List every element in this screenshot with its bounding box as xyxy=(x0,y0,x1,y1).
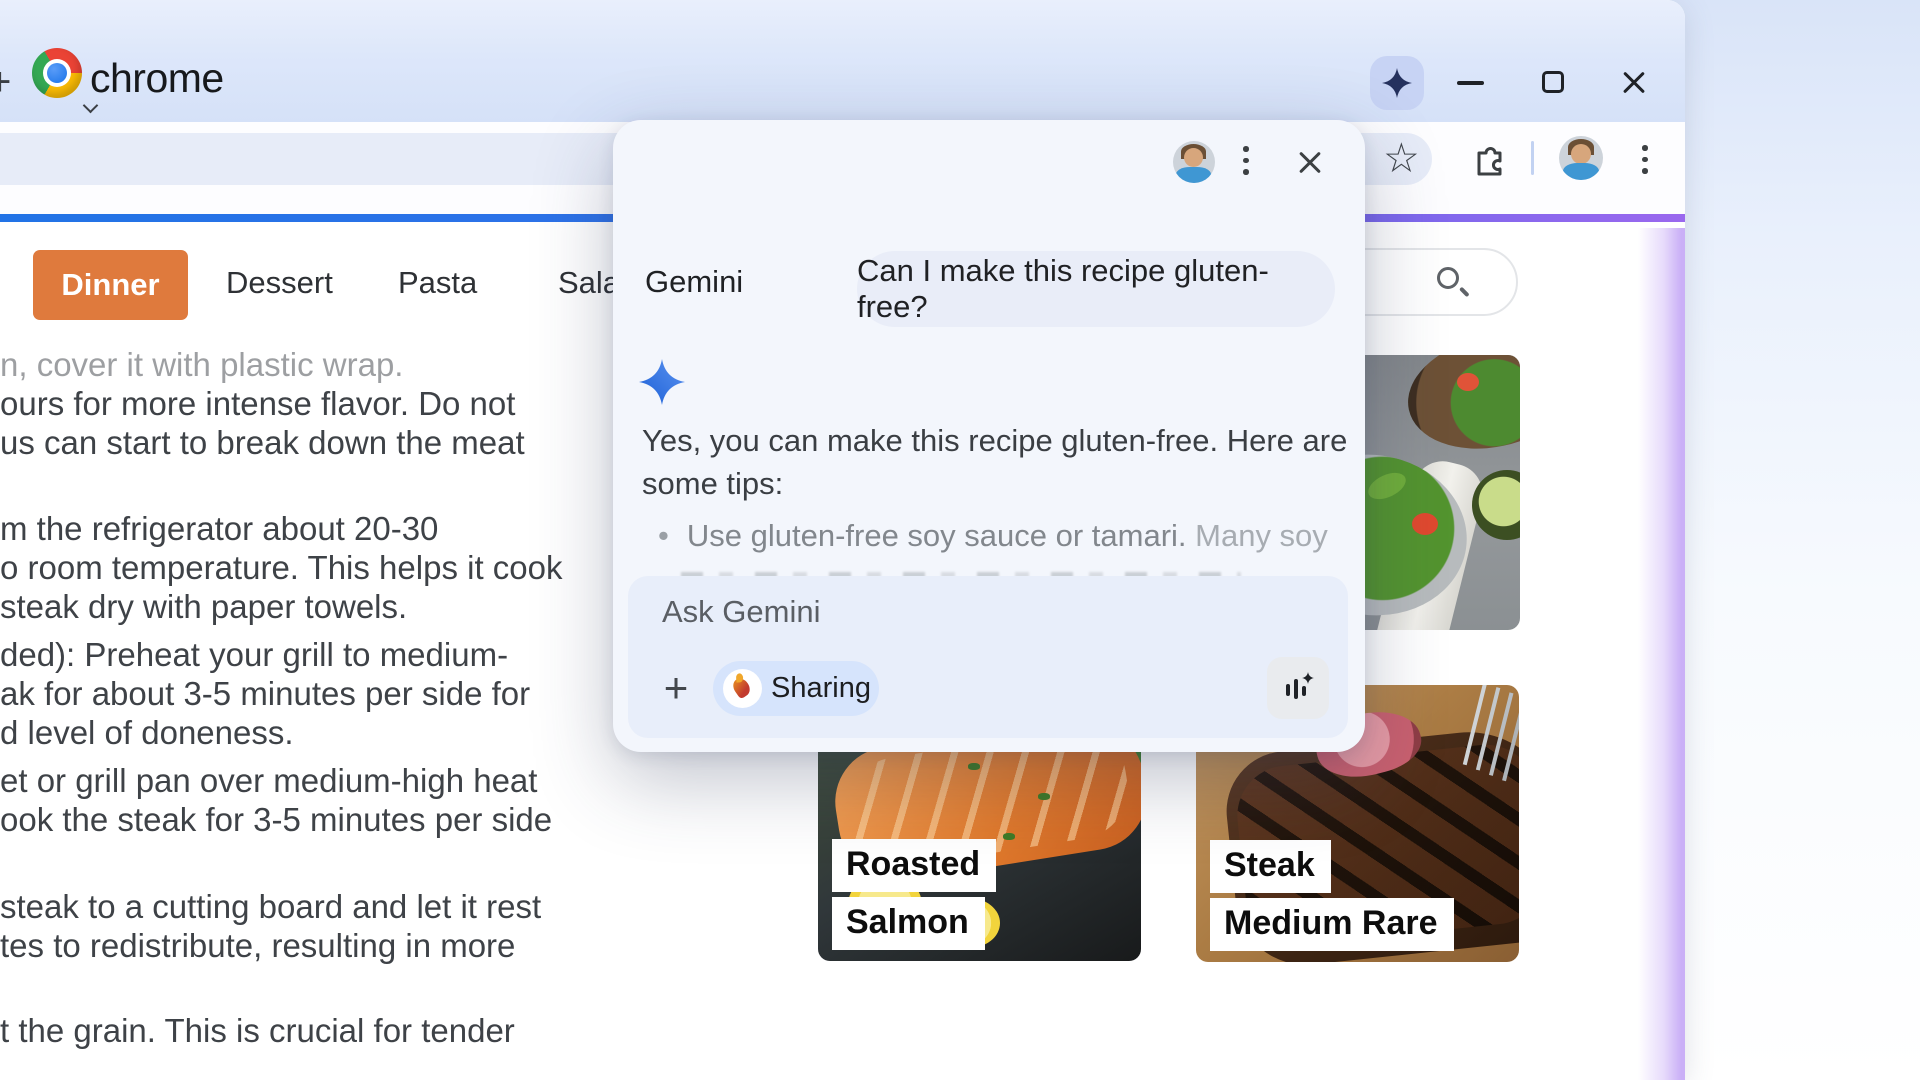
extensions-puzzle-icon[interactable] xyxy=(1470,140,1506,181)
gemini-response-bullet: •Use gluten-free soy sauce or tamari. Ma… xyxy=(658,518,1318,554)
gemini-titlebar-button[interactable] xyxy=(1370,56,1424,110)
chrome-logo-icon xyxy=(32,48,82,98)
article-text-line: et or grill pan over medium-high heat xyxy=(0,762,537,800)
card-label-stack: Roasted Salmon xyxy=(832,834,996,950)
gemini-response-sparkle-icon xyxy=(639,359,685,405)
sharing-context-chip[interactable]: Sharing xyxy=(713,661,879,716)
gemini-input-placeholder[interactable]: Ask Gemini xyxy=(662,594,820,630)
sharing-chip-label: Sharing xyxy=(771,672,871,705)
tab-dinner[interactable]: Dinner xyxy=(33,250,188,320)
avatar-face xyxy=(1571,144,1591,164)
card-label-stack: Steak Medium Rare xyxy=(1210,835,1454,951)
card-label: Roasted xyxy=(832,839,996,892)
salad-tomato xyxy=(1412,513,1438,535)
bullet-icon: • xyxy=(658,518,669,553)
herb-garnish xyxy=(1038,793,1050,800)
herb-garnish xyxy=(1003,833,1015,840)
gemini-panel-title: Gemini xyxy=(645,264,743,300)
bullet-rest-text: Many soy xyxy=(1187,518,1328,553)
chrome-brand-label: chrome xyxy=(90,55,224,102)
article-text-line: ak for about 3-5 minutes per side for xyxy=(0,675,530,713)
article-text-line: steak to a cutting board and let it rest xyxy=(0,888,541,926)
article-text-line: o room temperature. This helps it cook xyxy=(0,549,562,587)
article-text-line: ours for more intense flavor. Do not xyxy=(0,385,515,423)
article-text-line: steak dry with paper towels. xyxy=(0,588,407,626)
salad-bowl xyxy=(1397,355,1520,463)
minimize-button[interactable] xyxy=(1457,81,1484,85)
gemini-input-box[interactable]: Ask Gemini + Sharing xyxy=(628,576,1348,738)
chrome-logo-center xyxy=(47,63,67,83)
herb-garnish xyxy=(968,763,980,770)
avatar-shirt xyxy=(1563,163,1599,180)
card-label: Medium Rare xyxy=(1210,898,1454,951)
avatar-shirt xyxy=(1176,167,1211,183)
gemini-response-line: some tips: xyxy=(642,466,783,501)
gemini-response-text: Yes, you can make this recipe gluten-fre… xyxy=(642,419,1357,505)
gemini-response-line: Yes, you can make this recipe gluten-fre… xyxy=(642,423,1347,458)
card-label: Salmon xyxy=(832,897,985,950)
gemini-sparkle-icon xyxy=(1382,68,1412,98)
card-label: Steak xyxy=(1210,840,1331,893)
article-text-line: m the refrigerator about 20-30 xyxy=(0,510,438,548)
window-titlebar: + chrome xyxy=(0,0,1685,122)
site-favicon xyxy=(723,669,762,708)
toolbar-separator xyxy=(1531,141,1534,175)
new-tab-icon[interactable]: + xyxy=(0,60,11,105)
article-text-line: t the grain. This is crucial for tender xyxy=(0,1012,515,1050)
salad-tomato xyxy=(1457,373,1479,391)
favicon-swoosh-icon xyxy=(730,675,753,699)
browser-menu-kebab-icon[interactable] xyxy=(1642,145,1647,180)
bookmark-star-icon[interactable]: ☆ xyxy=(1383,128,1420,188)
gemini-live-icon xyxy=(1280,670,1316,706)
close-window-button[interactable] xyxy=(1621,70,1647,96)
gemini-panel-close-icon[interactable] xyxy=(1297,149,1323,175)
user-message-bubble: Can I make this recipe gluten-free? xyxy=(857,251,1335,327)
gemini-panel-menu-kebab-icon[interactable] xyxy=(1243,146,1248,181)
roasted-salmon-card: Roasted Salmon xyxy=(818,723,1141,961)
avatar-face xyxy=(1184,148,1203,167)
article-text-line: us can start to break down the meat xyxy=(0,424,525,462)
article-text-line: d level of doneness. xyxy=(0,714,294,752)
bullet-lead-text: Use gluten-free soy sauce or tamari. xyxy=(687,518,1187,553)
gemini-account-avatar[interactable] xyxy=(1173,141,1215,183)
gemini-panel: Gemini Can I make this recipe gluten-fre… xyxy=(613,120,1365,752)
article-text-line: ook the steak for 3-5 minutes per side xyxy=(0,801,552,839)
maximize-button[interactable] xyxy=(1542,71,1564,93)
article-text-line: n, cover it with plastic wrap. xyxy=(0,346,403,384)
gemini-live-voice-button[interactable] xyxy=(1267,657,1329,719)
attach-plus-button[interactable]: + xyxy=(654,666,698,710)
search-icon xyxy=(1437,267,1459,289)
profile-avatar[interactable] xyxy=(1559,136,1603,180)
chevron-down-icon[interactable] xyxy=(84,100,97,113)
tab-dessert[interactable]: Dessert xyxy=(226,265,333,301)
article-text-line: tes to redistribute, resulting in more xyxy=(0,927,515,965)
tab-pasta[interactable]: Pasta xyxy=(398,265,477,301)
article-text-line: ded): Preheat your grill to medium- xyxy=(0,636,508,674)
gemini-panel-header: Gemini xyxy=(613,120,1365,210)
